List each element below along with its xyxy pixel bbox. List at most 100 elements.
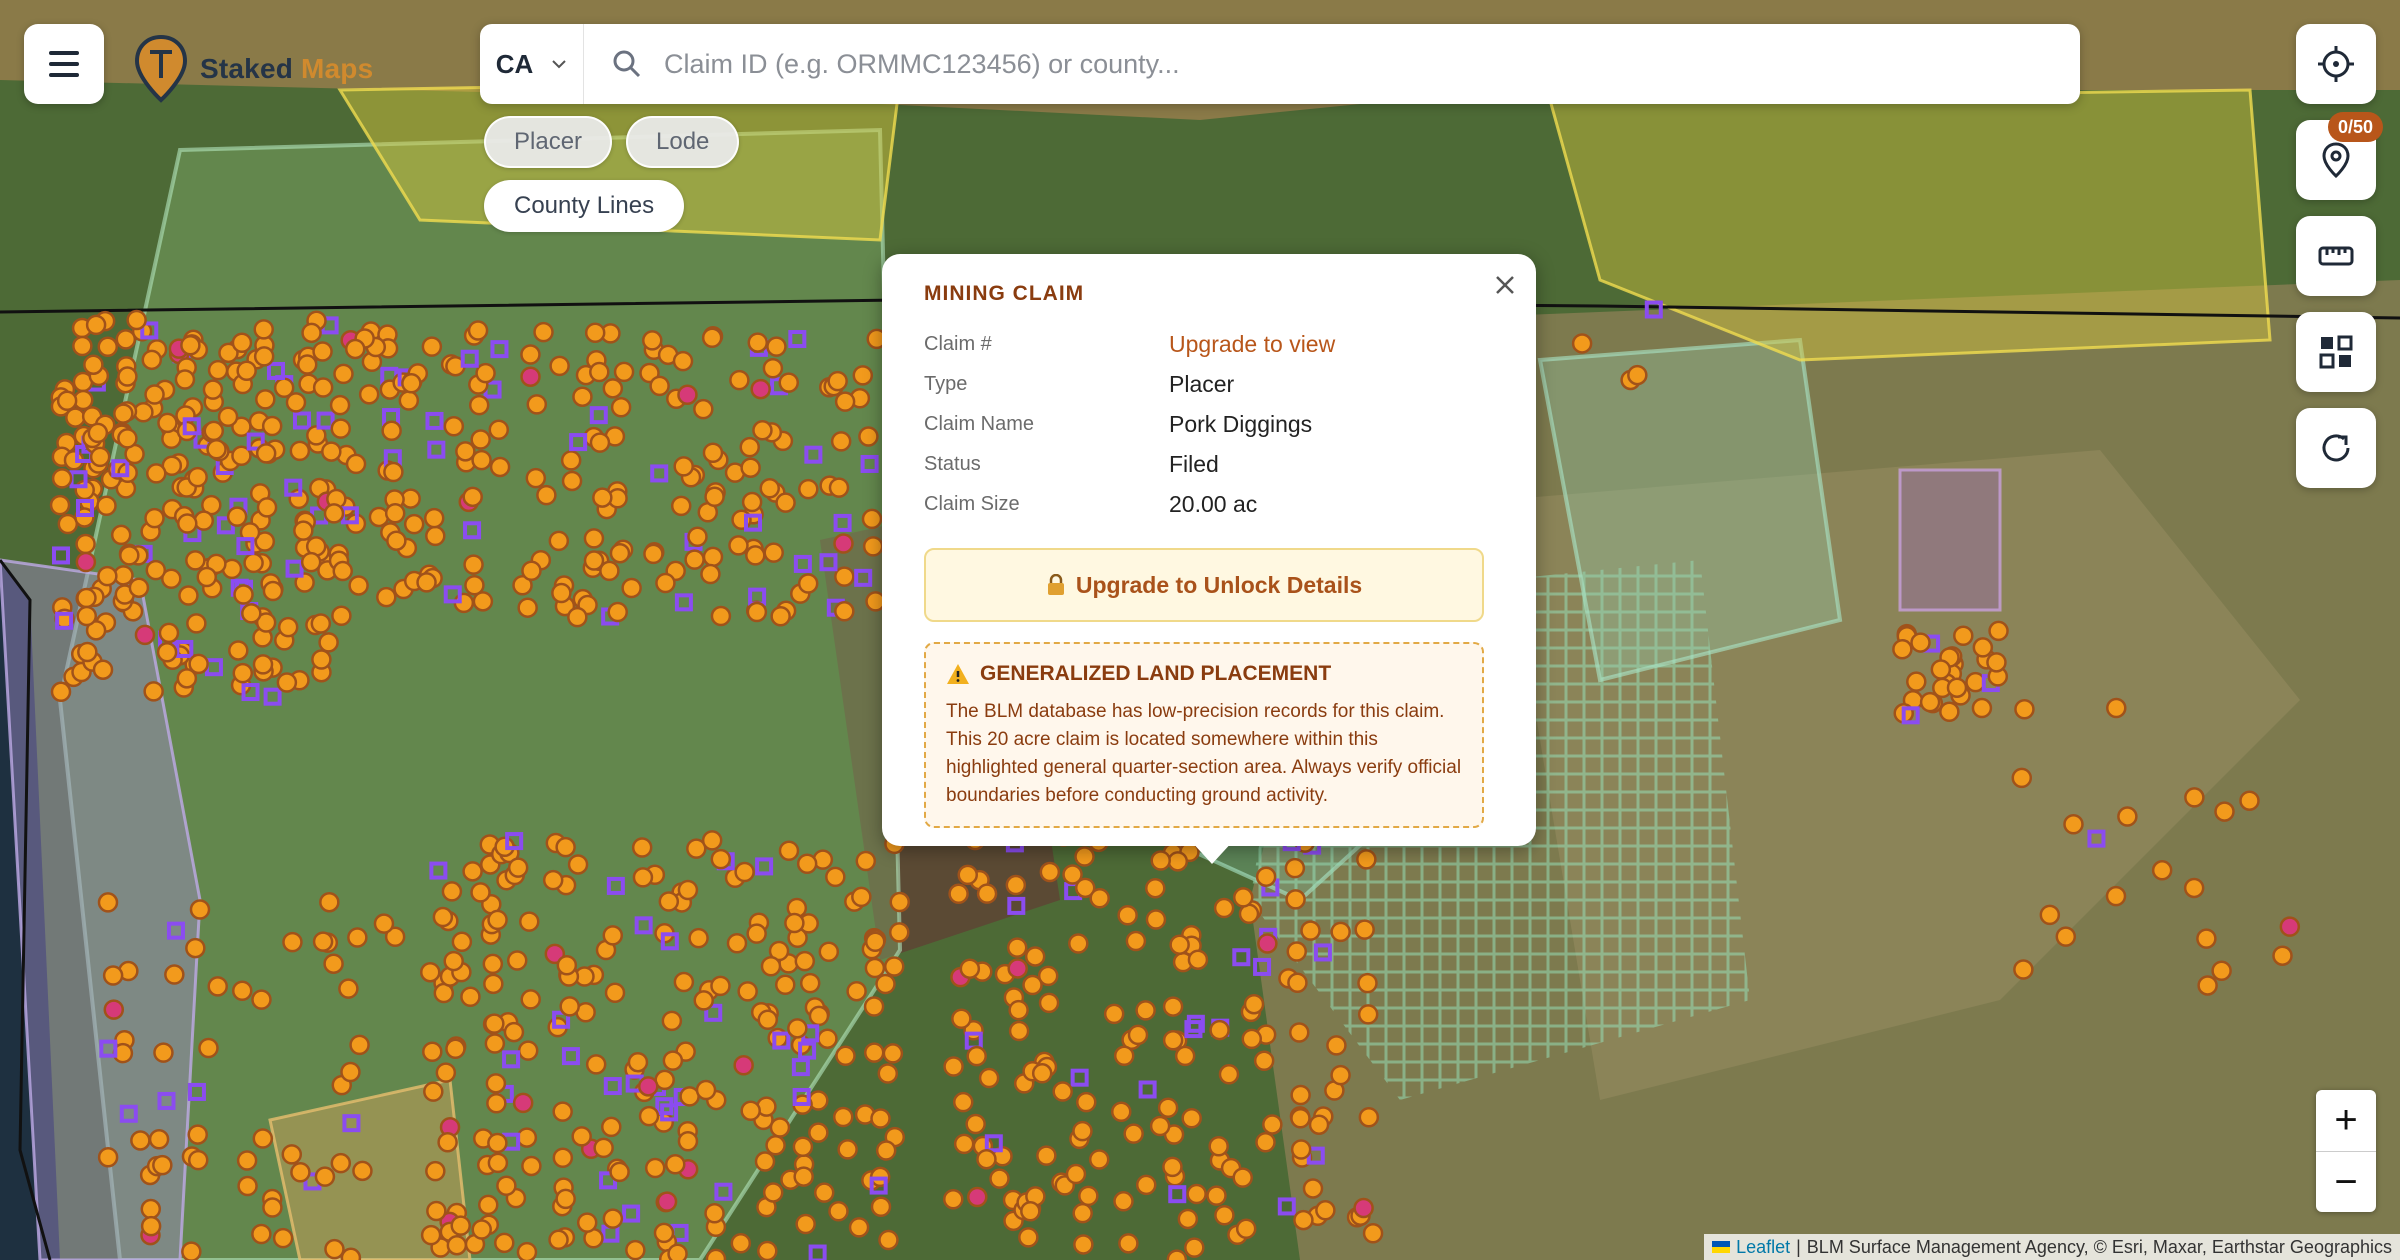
placer-claim-marker[interactable] <box>778 840 800 861</box>
placer-claim-marker[interactable] <box>233 584 254 605</box>
placer-claim-marker[interactable] <box>1285 889 1306 910</box>
placer-claim-marker[interactable] <box>1892 638 1913 660</box>
placer-claim-marker[interactable] <box>875 973 896 995</box>
placer-claim-marker[interactable] <box>319 891 340 913</box>
placer-claim-marker[interactable] <box>759 478 780 499</box>
placer-claim-marker[interactable] <box>846 980 867 1002</box>
placer-claim-marker[interactable] <box>864 957 886 979</box>
placer-claim-marker[interactable] <box>602 1208 624 1229</box>
placer-claim-marker[interactable] <box>1186 1183 1207 1205</box>
placer-claim-marker[interactable] <box>710 975 731 997</box>
placer-claim-marker[interactable] <box>349 1034 370 1056</box>
placer-claim-marker[interactable] <box>1287 972 1308 993</box>
placer-claim-marker[interactable] <box>494 1232 515 1254</box>
placer-claim-marker[interactable] <box>507 857 529 878</box>
placer-claim-marker[interactable] <box>1169 934 1190 955</box>
placer-claim-marker[interactable] <box>401 372 422 394</box>
placer-claim-marker[interactable] <box>83 354 104 375</box>
placer-claim-marker[interactable] <box>583 528 605 549</box>
placer-claim-marker[interactable] <box>489 456 511 478</box>
placer-claim-marker[interactable] <box>1162 996 1184 1017</box>
placer-claim-marker[interactable] <box>1353 1197 1374 1219</box>
placer-claim-marker[interactable] <box>864 931 886 952</box>
placer-claim-marker[interactable] <box>1162 1029 1184 1051</box>
placer-claim-marker[interactable] <box>878 1229 899 1251</box>
placer-claim-marker[interactable] <box>1111 1101 1132 1123</box>
placer-claim-marker[interactable] <box>231 332 253 353</box>
placer-claim-marker[interactable] <box>763 542 784 563</box>
placer-claim-marker[interactable] <box>834 391 856 412</box>
placer-claim-marker[interactable] <box>951 1008 972 1030</box>
placer-claim-marker[interactable] <box>787 1018 808 1039</box>
placer-claim-marker[interactable] <box>631 837 653 858</box>
placer-claim-marker[interactable] <box>157 412 178 434</box>
placer-claim-marker[interactable] <box>552 1147 574 1168</box>
placer-claim-marker[interactable] <box>236 360 257 382</box>
placer-claim-marker[interactable] <box>285 392 307 413</box>
placer-claim-marker[interactable] <box>344 338 366 360</box>
placer-claim-marker[interactable] <box>487 1152 509 1174</box>
placer-claim-marker[interactable] <box>601 1116 622 1138</box>
placer-claim-marker[interactable] <box>290 1161 311 1183</box>
placer-claim-marker[interactable] <box>85 314 107 336</box>
placer-claim-marker[interactable] <box>289 440 311 462</box>
placer-claim-marker[interactable] <box>475 362 496 384</box>
placer-claim-marker[interactable] <box>858 426 879 447</box>
placer-claim-marker[interactable] <box>832 1106 854 1128</box>
placer-claim-marker[interactable] <box>441 881 463 902</box>
placer-claim-marker[interactable] <box>50 681 72 703</box>
placer-claim-marker[interactable] <box>358 384 380 405</box>
placer-claim-marker[interactable] <box>1008 1020 1030 1042</box>
placer-claim-marker[interactable] <box>321 441 342 462</box>
placer-claim-marker[interactable] <box>77 641 98 663</box>
placer-claim-marker[interactable] <box>241 603 262 624</box>
placer-claim-marker[interactable] <box>425 525 446 547</box>
placer-claim-marker[interactable] <box>420 961 441 983</box>
placer-claim-marker[interactable] <box>965 1113 986 1135</box>
placer-claim-marker[interactable] <box>649 375 670 397</box>
placer-claim-marker[interactable] <box>746 923 767 944</box>
placer-claim-marker[interactable] <box>432 906 454 928</box>
placer-claim-marker[interactable] <box>863 1042 885 1063</box>
placer-claim-marker[interactable] <box>148 1129 170 1150</box>
placer-claim-marker[interactable] <box>1039 861 1061 883</box>
placer-claim-marker[interactable] <box>1177 1208 1199 1230</box>
placer-claim-marker[interactable] <box>1113 1191 1134 1212</box>
placer-claim-marker[interactable] <box>383 461 404 483</box>
placer-claim-marker[interactable] <box>702 442 724 464</box>
placer-claim-marker[interactable] <box>584 322 606 343</box>
placer-claim-marker[interactable] <box>662 1050 684 1071</box>
placer-claim-marker[interactable] <box>333 363 354 385</box>
placer-claim-marker[interactable] <box>1024 946 1046 967</box>
placer-claim-marker[interactable] <box>1293 1209 1314 1231</box>
placer-claim-marker[interactable] <box>512 1092 534 1114</box>
placer-claim-marker[interactable] <box>462 486 483 508</box>
placer-claim-marker[interactable] <box>348 575 369 596</box>
placer-claim-marker[interactable] <box>798 478 819 500</box>
placer-claim-marker[interactable] <box>134 624 156 646</box>
placer-claim-marker[interactable] <box>423 507 445 529</box>
placer-claim-marker[interactable] <box>576 1212 598 1233</box>
placer-claim-marker[interactable] <box>187 1149 209 1171</box>
placer-claim-marker[interactable] <box>468 394 490 416</box>
placer-claim-marker[interactable] <box>281 1144 303 1165</box>
placer-claim-marker[interactable] <box>97 892 119 913</box>
placer-claim-marker[interactable] <box>1302 1178 1324 1199</box>
placer-claim-marker[interactable] <box>484 1013 505 1034</box>
placer-claim-marker[interactable] <box>2183 877 2205 899</box>
placer-claim-marker[interactable] <box>255 443 277 464</box>
placer-claim-marker[interactable] <box>726 933 748 954</box>
placer-claim-marker[interactable] <box>561 470 583 492</box>
placer-claim-marker[interactable] <box>338 978 359 999</box>
placer-claim-marker[interactable] <box>1243 993 1265 1015</box>
placer-claim-marker[interactable] <box>989 1168 1010 1189</box>
placer-claim-marker[interactable] <box>665 1153 686 1175</box>
placer-claim-marker[interactable] <box>2011 767 2033 789</box>
placer-claim-marker[interactable] <box>253 319 274 340</box>
placer-claim-marker[interactable] <box>710 605 732 627</box>
placer-claim-marker[interactable] <box>710 848 732 870</box>
placer-claim-marker[interactable] <box>729 369 750 391</box>
placer-claim-marker[interactable] <box>470 429 491 450</box>
placer-claim-marker[interactable] <box>571 1126 592 1147</box>
placer-claim-marker[interactable] <box>97 565 118 587</box>
